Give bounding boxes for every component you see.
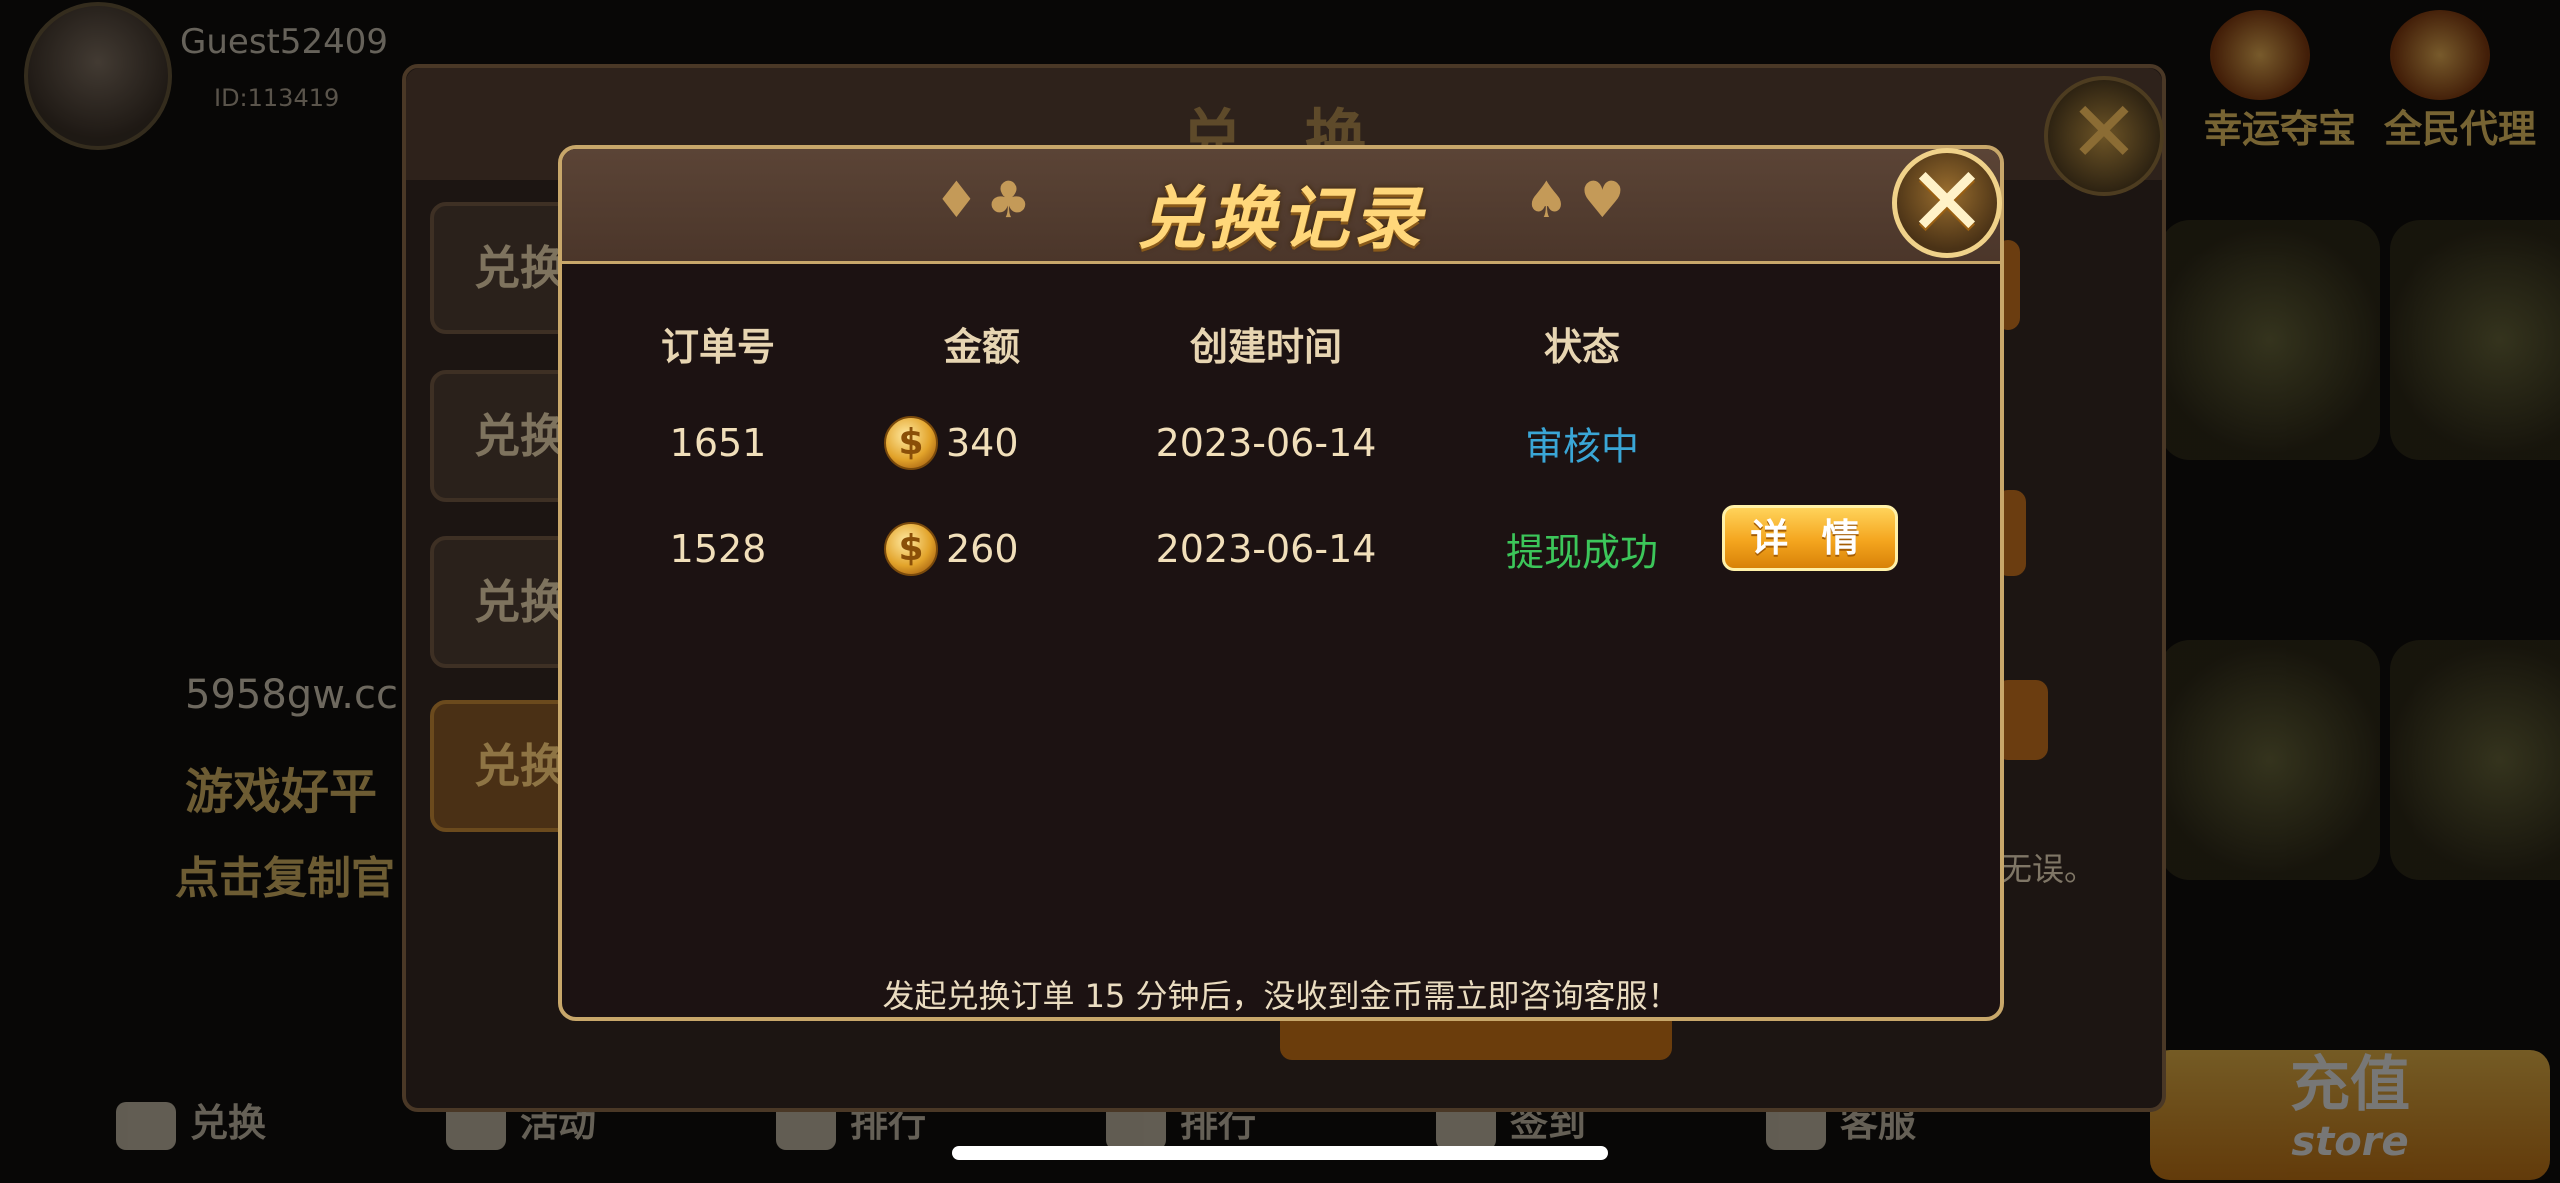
column-header-order-no: 订单号 <box>660 325 776 369</box>
lucky-treasure-label: 幸运夺宝 <box>2204 107 2357 151</box>
game-tile[interactable] <box>2390 220 2560 460</box>
exchange-option-label: 兑换 <box>474 409 566 463</box>
tab-exchange-label: 兑换 <box>190 1101 267 1145</box>
exchange-option-label: 兑换 <box>474 739 566 793</box>
crown-icon[interactable] <box>2390 10 2490 100</box>
store-main-label: 充值 <box>2290 1050 2410 1120</box>
exchange-icon <box>116 1101 176 1150</box>
gold-coin-icon: $ <box>884 522 938 576</box>
column-header-status: 状态 <box>1543 325 1621 369</box>
store-sub-label: store <box>2291 1119 2409 1165</box>
slogan-text: 游戏好平 <box>185 764 378 820</box>
heart-suit-icon: ♥ <box>1580 171 1625 229</box>
panel-note-text: 无误。 <box>2000 850 2097 888</box>
copy-hint-text[interactable]: 点击复制官 <box>175 842 395 906</box>
game-tile[interactable] <box>2160 220 2380 460</box>
column-header-amount: 金额 <box>943 325 1021 369</box>
exchange-records-modal: ♦ ♣ 兑换记录 ♠ ♥ 订单号 金额 创建时间 状态 1651 $ 340 2… <box>558 145 2004 1021</box>
details-button[interactable]: 详 情 <box>1722 505 1898 571</box>
created-time-cell: 2023-06-14 <box>1155 421 1377 465</box>
agent-label: 全民代理 <box>2384 107 2537 151</box>
guest-id: ID:113419 <box>214 84 340 112</box>
amount-cell: 260 <box>946 527 1019 571</box>
guest-name: Guest52409 <box>180 22 389 62</box>
exchange-option-label: 兑换 <box>474 241 566 295</box>
game-tile[interactable] <box>2160 640 2380 880</box>
modal-header: ♦ ♣ 兑换记录 ♠ ♥ <box>562 149 2000 264</box>
gold-coin-icon: $ <box>884 416 938 470</box>
spade-suit-icon: ♠ <box>1524 171 1569 229</box>
exchange-option-label: 兑换 <box>474 575 566 629</box>
modal-title: 兑换记录 <box>1136 180 1425 259</box>
website-text: 5958gw.cc <box>185 672 398 718</box>
lucky-treasure-icon[interactable] <box>2210 10 2310 100</box>
column-header-created: 创建时间 <box>1189 325 1343 369</box>
tab-exchange[interactable]: 兑换 <box>116 1092 266 1150</box>
footer-note: 发起兑换订单 15 分钟后，没收到金币需立即咨询客服！ <box>882 977 1680 1015</box>
status-badge-pending: 审核中 <box>1524 424 1640 469</box>
avatar[interactable] <box>24 2 172 150</box>
amount-cell: 340 <box>946 421 1019 465</box>
close-button[interactable]: ✕ <box>1892 148 2002 258</box>
status-badge-success: 提现成功 <box>1505 530 1659 575</box>
store-button[interactable]: 充值 store <box>2150 1050 2550 1180</box>
created-time-cell: 2023-06-14 <box>1155 527 1377 571</box>
home-indicator[interactable] <box>952 1146 1608 1160</box>
game-tile[interactable] <box>2390 640 2560 880</box>
order-no-cell: 1651 <box>669 421 767 465</box>
order-no-cell: 1528 <box>669 527 767 571</box>
exchange-panel-close-button[interactable]: ✕ <box>2044 76 2164 196</box>
